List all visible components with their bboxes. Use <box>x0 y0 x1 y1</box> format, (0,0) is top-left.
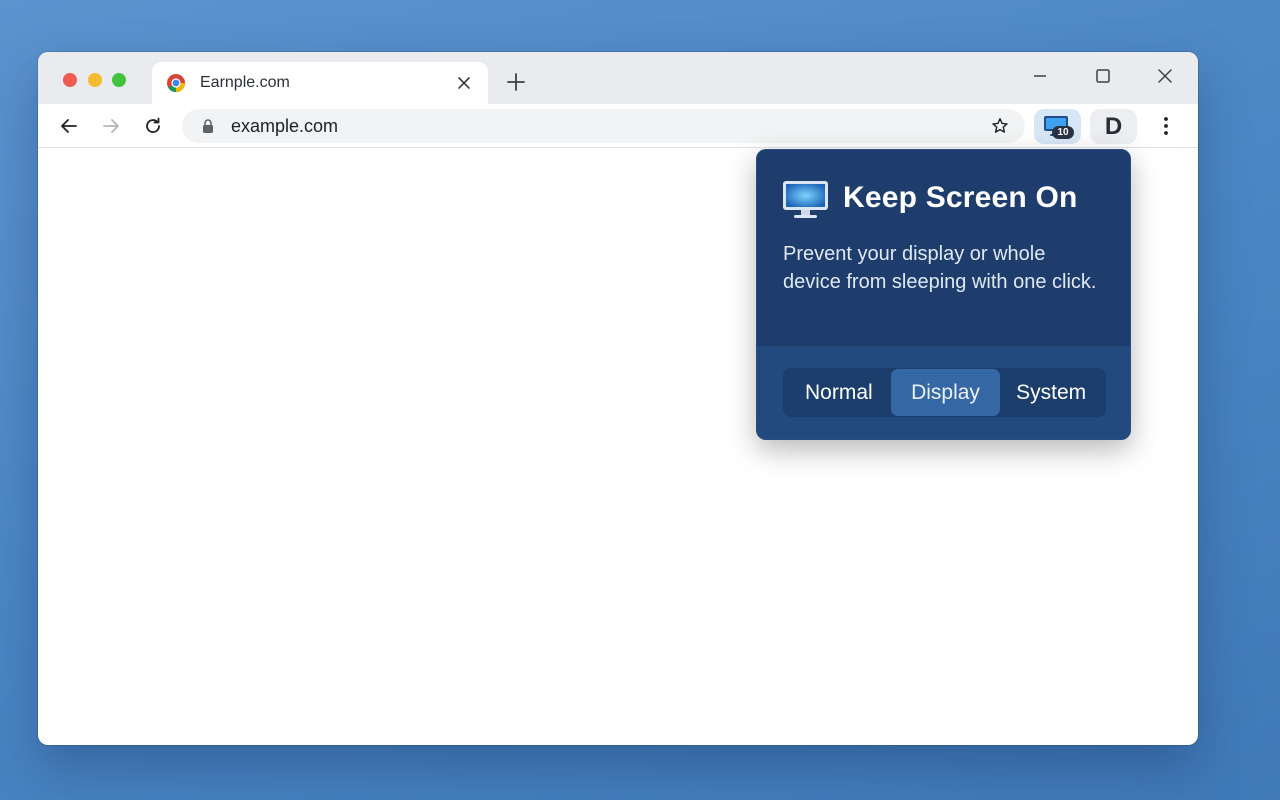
minimize-window-dot[interactable] <box>88 73 102 87</box>
keep-screen-on-popup: Keep Screen On Prevent your display or w… <box>756 149 1131 440</box>
mode-selector: Normal Display System <box>783 368 1106 417</box>
tab-active[interactable]: Earnple.com <box>152 62 488 104</box>
d-extension-button[interactable]: D <box>1090 109 1137 144</box>
chrome-icon <box>167 74 185 93</box>
zoom-window-dot[interactable] <box>112 73 126 87</box>
close-window-dot[interactable] <box>63 73 77 87</box>
extension-badge: 10 <box>1052 126 1074 139</box>
back-arrow-icon[interactable] <box>57 114 81 138</box>
reload-icon[interactable] <box>141 114 165 138</box>
more-menu-icon[interactable] <box>1154 114 1178 138</box>
maximize-icon[interactable] <box>1091 64 1115 88</box>
mode-system-button[interactable]: System <box>1000 369 1102 416</box>
monitor-icon <box>783 181 828 218</box>
minimize-icon[interactable] <box>1028 64 1052 88</box>
popup-description: Prevent your display or whole device fro… <box>783 243 1097 293</box>
mode-normal-button[interactable]: Normal <box>787 369 891 416</box>
tab-strip: Earnple.com <box>38 52 1198 104</box>
mode-display-button[interactable]: Display <box>890 369 1001 416</box>
popup-title: Keep Screen On <box>843 181 1078 214</box>
tab-close-icon[interactable] <box>452 71 476 95</box>
new-tab-plus-icon[interactable] <box>504 70 528 94</box>
url-text[interactable]: example.com <box>231 116 338 137</box>
address-bar[interactable]: example.com <box>182 109 1025 143</box>
forward-arrow-icon[interactable] <box>99 114 123 138</box>
bookmark-star-icon[interactable] <box>991 117 1009 135</box>
keep-screen-on-extension-button[interactable]: 10 <box>1034 109 1081 144</box>
window-close-icon[interactable] <box>1153 64 1177 88</box>
lock-icon[interactable] <box>200 118 216 134</box>
tab-title: Earnple.com <box>200 74 290 91</box>
browser-toolbar: example.com 10 D <box>38 104 1198 148</box>
